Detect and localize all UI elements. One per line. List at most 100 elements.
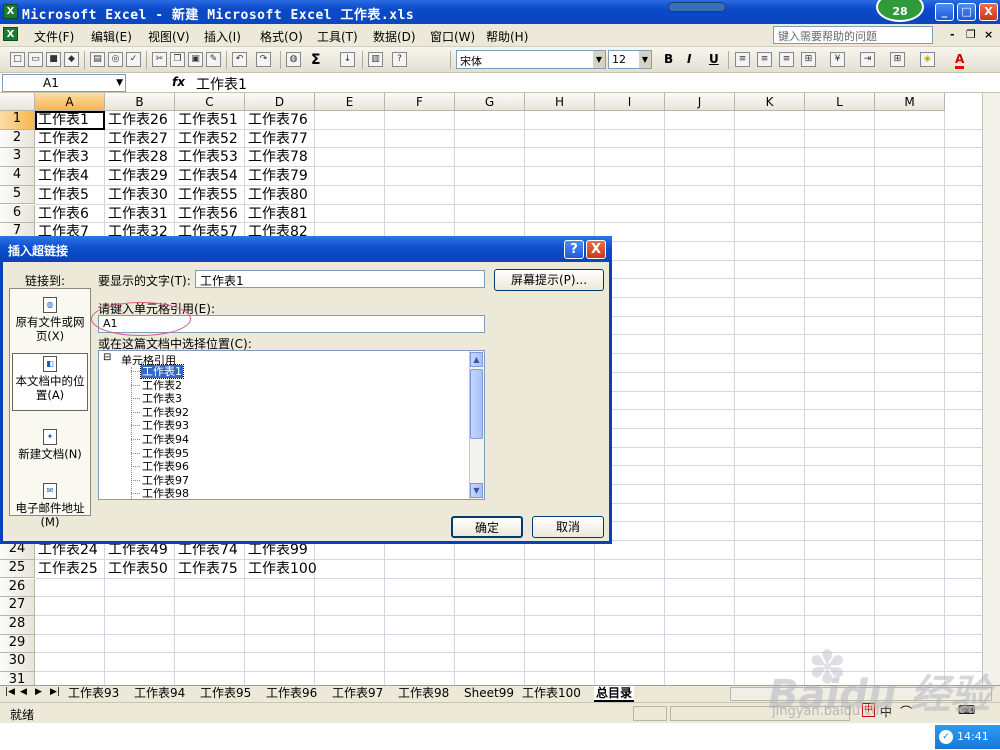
sheet-tab[interactable]: 总目录: [594, 686, 635, 702]
help-icon[interactable]: ?: [392, 52, 407, 67]
row-header[interactable]: 4: [0, 167, 35, 186]
column-header[interactable]: F: [385, 93, 455, 111]
menu-file[interactable]: 文件(F): [34, 28, 74, 45]
grid-cell[interactable]: 工作表81: [245, 205, 308, 223]
sheet-tab[interactable]: 工作表97: [330, 686, 385, 702]
sheet-tab[interactable]: 工作表95: [198, 686, 253, 702]
grid-cell[interactable]: 工作表2: [35, 130, 89, 148]
doc-close-button[interactable]: ×: [984, 28, 993, 41]
screen-tip-button[interactable]: 屏幕提示(P)...: [494, 269, 604, 291]
close-button[interactable]: X: [979, 3, 998, 21]
tree-item-sheet[interactable]: 工作表2: [141, 379, 183, 392]
chart-wizard-icon[interactable]: ▥: [368, 52, 383, 67]
shield-icon[interactable]: ✓: [939, 730, 953, 744]
row-header[interactable]: 28: [0, 615, 35, 635]
sheet-tab[interactable]: 工作表93: [66, 686, 121, 702]
redo-icon[interactable]: ↷: [256, 52, 271, 67]
menu-insert[interactable]: 插入(I): [204, 28, 241, 45]
merge-center-icon[interactable]: ⊞: [801, 52, 816, 67]
tree-item-sheet[interactable]: 工作表93: [141, 419, 190, 432]
chevron-down-icon[interactable]: ▼: [116, 78, 123, 88]
grid-cell[interactable]: 工作表79: [245, 167, 308, 185]
link-new-document[interactable]: ✦ 新建文档(N): [12, 427, 88, 467]
row-header[interactable]: 5: [0, 185, 35, 205]
first-sheet-icon[interactable]: |◀: [5, 687, 15, 697]
row-header[interactable]: 26: [0, 578, 35, 598]
tree-item-sheet[interactable]: 工作表97: [141, 474, 190, 487]
tree-item-sheet[interactable]: 工作表98: [141, 487, 190, 499]
grid-cell[interactable]: 工作表5: [35, 186, 89, 204]
doc-minimize-button[interactable]: -: [950, 28, 955, 41]
menu-tools[interactable]: 工具(T): [317, 28, 358, 45]
sort-ascending-icon[interactable]: ↓: [340, 52, 355, 67]
chevron-down-icon[interactable]: ▼: [593, 51, 605, 68]
grid-cell[interactable]: 工作表55: [175, 186, 238, 204]
row-header[interactable]: 3: [0, 148, 35, 168]
grid-cell[interactable]: 工作表50: [105, 560, 168, 578]
column-header[interactable]: J: [665, 93, 735, 111]
column-header[interactable]: C: [175, 93, 245, 111]
grid-cell[interactable]: 工作表77: [245, 130, 308, 148]
column-header[interactable]: A: [35, 93, 105, 111]
insert-function-icon[interactable]: fx: [172, 75, 185, 89]
bold-button[interactable]: B: [664, 52, 673, 66]
print-icon[interactable]: ▤: [90, 52, 105, 67]
font-name-select[interactable]: 宋体 ▼: [456, 50, 606, 69]
scroll-up-icon[interactable]: ▲: [470, 352, 483, 367]
grid-cell[interactable]: 工作表28: [105, 148, 168, 166]
dialog-help-button[interactable]: ?: [564, 240, 584, 259]
grid-cell[interactable]: 工作表80: [245, 186, 308, 204]
menu-edit[interactable]: 编辑(E): [91, 28, 132, 45]
cancel-button[interactable]: 取消: [532, 516, 604, 538]
tree-collapse-icon[interactable]: ⊟: [103, 352, 111, 363]
grid-cell[interactable]: 工作表51: [175, 111, 238, 129]
menu-format[interactable]: 格式(O): [260, 28, 303, 45]
doc-restore-button[interactable]: ❐: [966, 28, 976, 41]
row-header[interactable]: 29: [0, 634, 35, 654]
grid-cell[interactable]: 工作表27: [105, 130, 168, 148]
align-center-icon[interactable]: ≡: [757, 52, 772, 67]
grid-cell[interactable]: 工作表78: [245, 148, 308, 166]
sheet-tab[interactable]: 工作表100: [520, 686, 583, 702]
name-box[interactable]: A1 ▼: [2, 74, 126, 92]
menu-window[interactable]: 窗口(W): [430, 28, 475, 45]
sheet-tab[interactable]: Sheet99: [462, 686, 516, 702]
tree-item-sheet[interactable]: 工作表92: [141, 406, 190, 419]
grid-cell[interactable]: 工作表25: [35, 560, 98, 578]
link-place-in-document[interactable]: ◧ 本文档中的位置(A): [12, 353, 88, 411]
grid-cell[interactable]: 工作表100: [245, 560, 317, 578]
language-bar-pill[interactable]: [668, 2, 726, 12]
font-size-select[interactable]: 12 ▼: [608, 50, 652, 69]
sheet-tab[interactable]: 工作表96: [264, 686, 319, 702]
grid-cell[interactable]: 工作表31: [105, 205, 168, 223]
column-header[interactable]: D: [245, 93, 315, 111]
fill-color-icon[interactable]: ◈: [920, 52, 935, 67]
grid-cell[interactable]: 工作表54: [175, 167, 238, 185]
grid-cell[interactable]: 工作表53: [175, 148, 238, 166]
tree-scrollbar[interactable]: ▲ ▼: [469, 351, 484, 499]
align-left-icon[interactable]: ≡: [735, 52, 750, 67]
menu-data[interactable]: 数据(D): [373, 28, 416, 45]
link-existing-file[interactable]: ◍ 原有文件或网页(X): [12, 295, 88, 351]
grid-cell[interactable]: 工作表4: [35, 167, 89, 185]
row-header[interactable]: 31: [0, 672, 35, 685]
ok-button[interactable]: 确定: [451, 516, 523, 538]
font-color-icon[interactable]: A: [955, 52, 965, 69]
grid-cell[interactable]: 工作表30: [105, 186, 168, 204]
align-right-icon[interactable]: ≡: [779, 52, 794, 67]
tree-item-sheet[interactable]: 工作表3: [141, 392, 183, 405]
row-header[interactable]: 2: [0, 129, 35, 149]
link-email-address[interactable]: ✉ 电子邮件地址(M): [12, 481, 88, 529]
column-header[interactable]: H: [525, 93, 595, 111]
row-header[interactable]: 6: [0, 204, 35, 224]
dialog-close-button[interactable]: X: [586, 240, 606, 259]
currency-icon[interactable]: ¥: [830, 52, 845, 67]
italic-button[interactable]: I: [687, 52, 691, 66]
vertical-scrollbar[interactable]: [982, 93, 1000, 685]
grid-cell[interactable]: 工作表76: [245, 111, 308, 129]
paste-icon[interactable]: ▣: [188, 52, 203, 67]
display-text-input[interactable]: 工作表1: [195, 270, 485, 288]
prev-sheet-icon[interactable]: ◀: [20, 687, 27, 697]
row-header[interactable]: 30: [0, 653, 35, 672]
grid-cell[interactable]: 工作表29: [105, 167, 168, 185]
